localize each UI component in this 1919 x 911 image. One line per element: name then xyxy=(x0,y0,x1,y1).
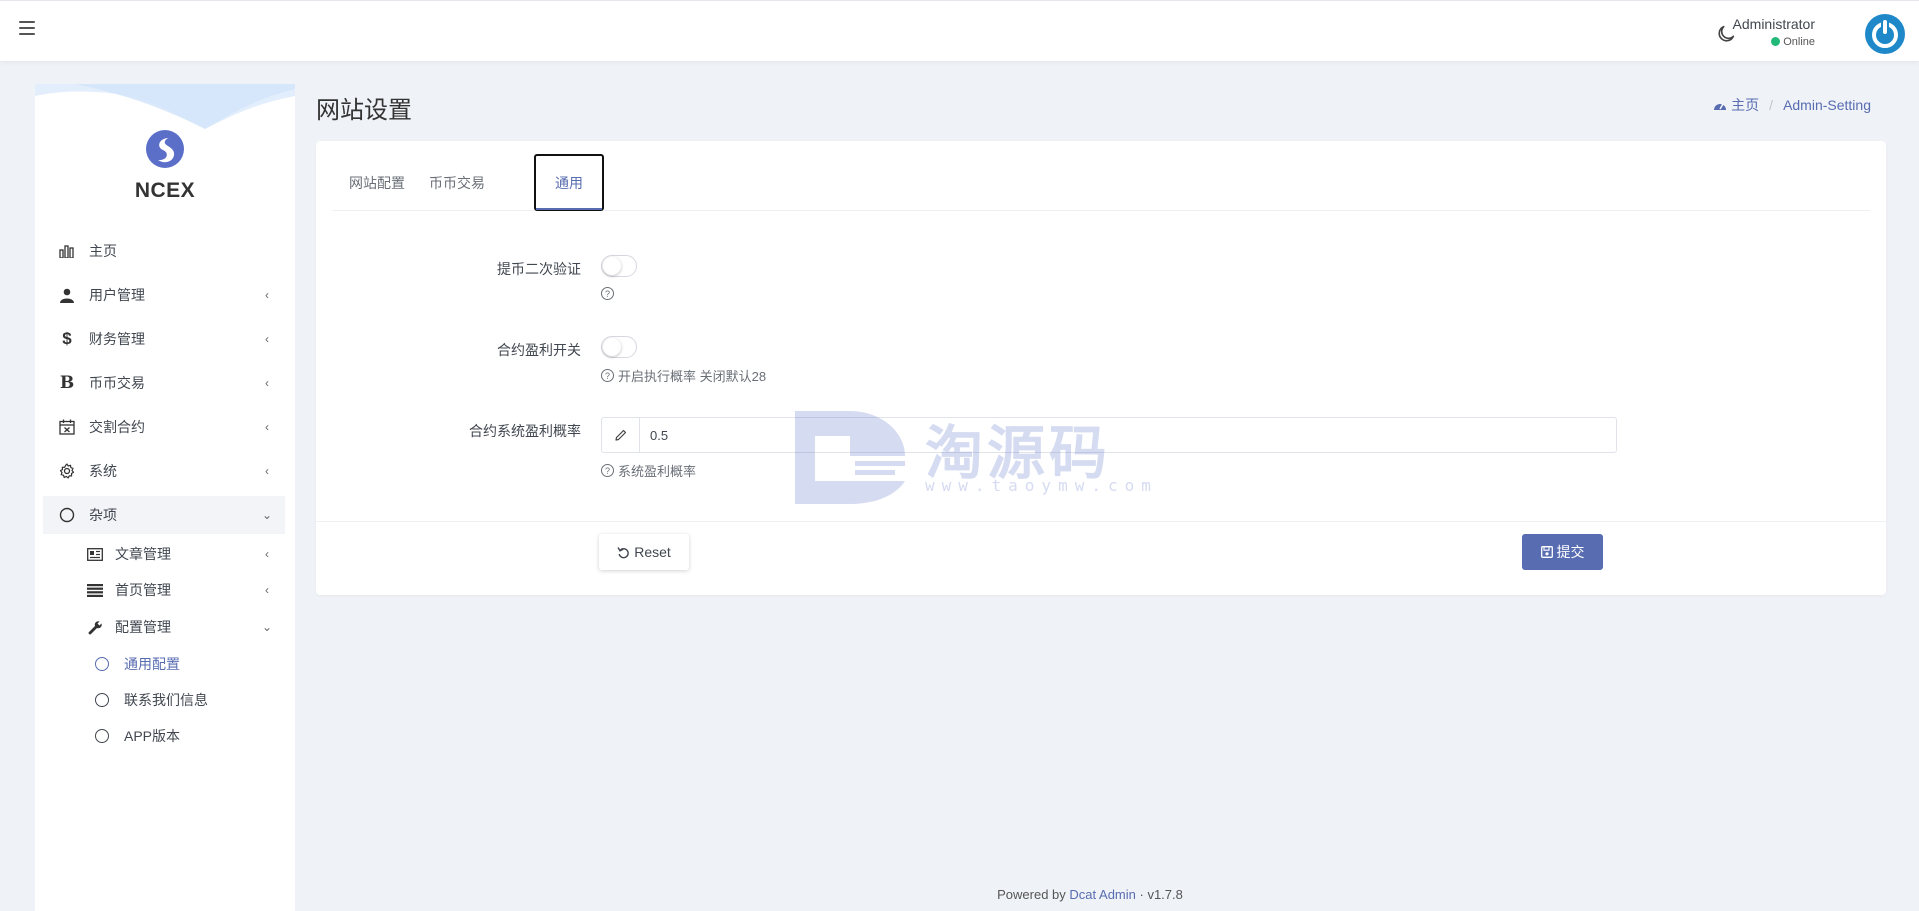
list-icon xyxy=(85,583,105,597)
newspaper-icon xyxy=(85,547,105,561)
contract-profit-switch-label: 合约盈利开关 xyxy=(497,342,581,358)
sidebar-subitem-articles[interactable]: 文章管理 ‹ xyxy=(85,538,285,570)
version: · v1.7.8 xyxy=(1139,887,1183,902)
page-title: 网站设置 xyxy=(316,97,412,124)
contract-profit-switch-toggle[interactable] xyxy=(601,336,637,358)
divider xyxy=(316,521,1886,522)
breadcrumb: 主页 / Admin-Setting xyxy=(1713,95,1871,115)
circle-icon xyxy=(95,657,109,671)
contract-profit-rate-field xyxy=(601,417,1617,453)
sidebar-config-contact[interactable]: 联系我们信息 xyxy=(95,684,285,716)
chevron-left-icon: ‹ xyxy=(265,332,269,346)
user-status-label: Online xyxy=(1783,36,1815,48)
help-text: 系统盈利概率 xyxy=(618,464,697,479)
sidebar-item-label: 文章管理 xyxy=(115,546,171,562)
sidebar-item-label: 交割合约 xyxy=(89,419,145,435)
avatar[interactable] xyxy=(1864,13,1906,55)
contract-profit-switch-help: ? 开启执行概率 关闭默认28 xyxy=(601,366,766,385)
tab-general[interactable]: 通用 xyxy=(534,154,604,211)
withdraw-2fa-help: ? xyxy=(601,287,618,300)
user-status: Online xyxy=(1771,36,1815,48)
menu-toggle-icon[interactable] xyxy=(19,21,35,35)
chevron-down-icon: ⌄ xyxy=(261,508,273,522)
sidebar-item-spot-trading[interactable]: B 币币交易 ‹ xyxy=(43,364,285,402)
user-name[interactable]: Administrator xyxy=(1733,16,1815,32)
dollar-icon: $ xyxy=(62,329,72,348)
sidebar-item-misc[interactable]: 杂项 ⌄ xyxy=(43,496,285,534)
bitcoin-icon: B xyxy=(59,373,75,393)
chevron-left-icon: ‹ xyxy=(265,464,269,478)
settings-card: 网站配置 币币交易 通用 提币二次验证 ? 合约盈利开关 ? 开启执行概率 关闭… xyxy=(316,141,1886,595)
users-icon xyxy=(55,288,79,303)
wrench-icon xyxy=(85,620,105,635)
sidebar-item-label: 配置管理 xyxy=(115,619,171,635)
sidebar-item-label: 联系我们信息 xyxy=(124,692,208,708)
submit-button[interactable]: 提交 xyxy=(1522,534,1603,570)
circle-icon xyxy=(95,729,109,743)
sidebar-item-users[interactable]: 用户管理 ‹ xyxy=(43,276,285,314)
tab-spot-trading[interactable]: 币币交易 xyxy=(422,154,492,211)
question-icon: ? xyxy=(601,369,614,382)
sidebar: NCEX 主页 用户管理 ‹ $ 财务管理 ‹ B 币币交易 ‹ 交割合约 ‹ … xyxy=(35,84,295,911)
sidebar-config-general[interactable]: 通用配置 xyxy=(95,648,285,680)
question-icon: ? xyxy=(601,287,614,300)
powered-prefix: Powered by xyxy=(997,887,1066,902)
sidebar-item-label: 财务管理 xyxy=(89,331,145,347)
sidebar-wave-decoration xyxy=(35,84,295,129)
withdraw-2fa-toggle[interactable] xyxy=(601,255,637,277)
sidebar-subitem-config[interactable]: 配置管理 ⌄ xyxy=(85,611,285,643)
pencil-icon xyxy=(602,418,640,452)
chevron-left-icon: ‹ xyxy=(265,288,269,302)
circle-icon xyxy=(55,507,79,523)
save-icon xyxy=(1540,546,1553,558)
reset-label: Reset xyxy=(634,544,671,560)
sidebar-item-label: 系统 xyxy=(89,463,117,479)
dashboard-icon xyxy=(1714,103,1727,110)
online-dot-icon xyxy=(1771,37,1781,46)
help-text: 开启执行概率 关闭默认28 xyxy=(618,369,767,384)
sidebar-item-label: 币币交易 xyxy=(89,375,145,391)
contract-profit-rate-input[interactable] xyxy=(640,418,1616,452)
gear-icon xyxy=(55,463,79,479)
contract-profit-rate-help: ? 系统盈利概率 xyxy=(601,461,696,480)
tab-bar: 网站配置 币币交易 通用 xyxy=(332,151,1870,211)
reset-button[interactable]: Reset xyxy=(599,534,689,570)
question-icon: ? xyxy=(601,464,614,477)
logo-text: NCEX xyxy=(134,179,196,202)
sidebar-item-home[interactable]: 主页 xyxy=(43,232,285,270)
sidebar-item-label: 首页管理 xyxy=(115,582,171,598)
bar-chart-icon xyxy=(55,244,79,258)
chevron-left-icon: ‹ xyxy=(265,547,269,561)
chevron-down-icon: ⌄ xyxy=(261,620,273,634)
top-navbar: Administrator Online xyxy=(0,0,1919,61)
sidebar-item-system[interactable]: 系统 ‹ xyxy=(43,452,285,490)
tab-site-config[interactable]: 网站配置 xyxy=(342,154,412,211)
contract-profit-rate-label: 合约系统盈利概率 xyxy=(469,423,581,439)
withdraw-2fa-label: 提币二次验证 xyxy=(497,261,581,277)
chevron-left-icon: ‹ xyxy=(265,583,269,597)
chevron-left-icon: ‹ xyxy=(265,376,269,390)
sidebar-item-delivery-contract[interactable]: 交割合约 ‹ xyxy=(43,408,285,446)
breadcrumb-home[interactable]: 主页 xyxy=(1731,95,1759,115)
sidebar-item-label: APP版本 xyxy=(124,728,181,744)
sidebar-item-label: 通用配置 xyxy=(124,656,180,672)
chevron-left-icon: ‹ xyxy=(265,420,269,434)
sidebar-config-app-version[interactable]: APP版本 xyxy=(95,720,285,752)
undo-icon xyxy=(617,546,629,558)
dcat-admin-link[interactable]: Dcat Admin xyxy=(1069,887,1135,902)
sidebar-item-label: 杂项 xyxy=(89,507,117,523)
breadcrumb-separator: / xyxy=(1769,97,1774,113)
breadcrumb-current: Admin-Setting xyxy=(1783,97,1871,113)
circle-icon xyxy=(95,693,109,707)
sidebar-item-label: 主页 xyxy=(89,243,117,259)
submit-label: 提交 xyxy=(1556,544,1585,560)
footer: Powered by Dcat Admin · v1.7.8 xyxy=(0,887,1919,902)
sidebar-item-finance[interactable]: $ 财务管理 ‹ xyxy=(43,320,285,358)
logo-icon xyxy=(146,130,184,168)
calendar-x-icon xyxy=(55,419,79,435)
sidebar-item-label: 用户管理 xyxy=(89,287,145,303)
sidebar-subitem-homepage[interactable]: 首页管理 ‹ xyxy=(85,574,285,606)
